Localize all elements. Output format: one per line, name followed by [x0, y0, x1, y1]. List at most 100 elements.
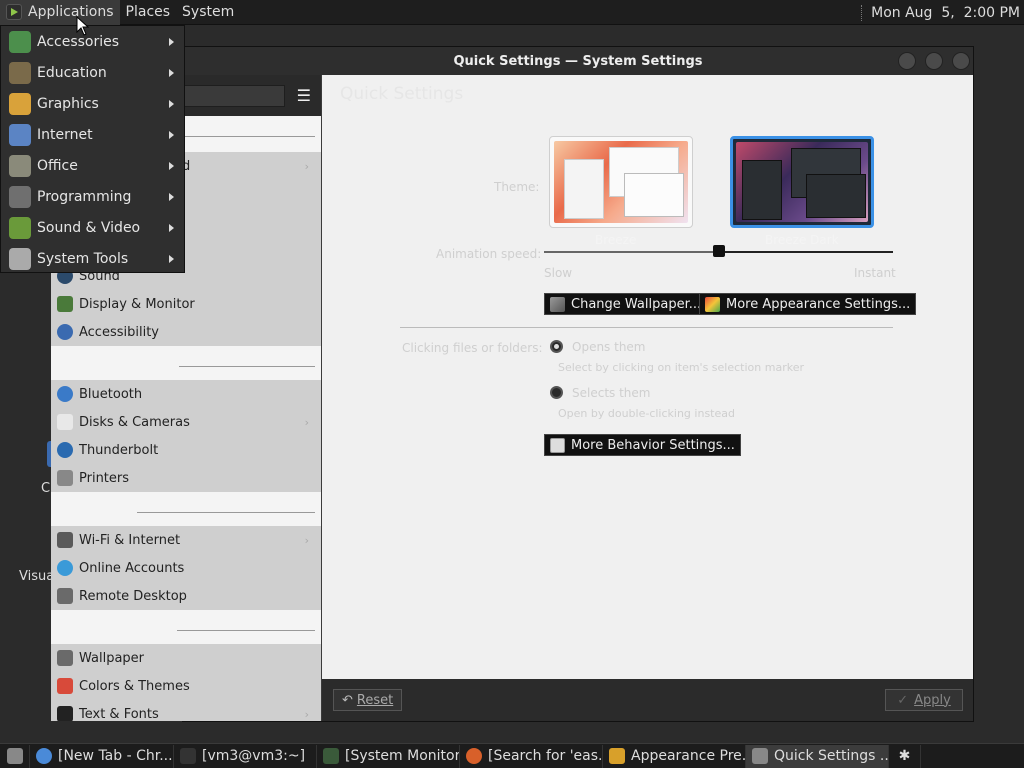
theme-option-breeze-dark[interactable] — [730, 136, 874, 228]
firefox-icon — [466, 748, 482, 764]
submenu-arrow-icon — [169, 254, 174, 263]
sidebar-item-accessibility[interactable]: Accessibility — [51, 318, 321, 346]
sidebar-item-display[interactable]: Display & Monitor — [51, 290, 321, 318]
clock[interactable]: Mon Aug 5, 2:00 PM — [861, 0, 1020, 25]
page-title: Quick Settings — [340, 84, 464, 104]
chevron-right-icon: › — [304, 533, 309, 547]
panel-separator — [861, 4, 863, 21]
sidebar-item-label: Text & Fonts — [79, 706, 159, 722]
display-icon — [57, 296, 73, 312]
sidebar-item-online-accounts[interactable]: Online Accounts — [51, 554, 321, 582]
theme-option-breeze[interactable] — [549, 136, 693, 228]
colors-icon — [705, 296, 720, 312]
radio-opens-them-label[interactable]: Opens them — [572, 340, 646, 354]
minimize-button[interactable] — [898, 52, 916, 70]
submenu-arrow-icon — [169, 161, 174, 170]
menu-item-label: Graphics — [37, 95, 99, 112]
sidebar-item-printers[interactable]: Printers — [51, 464, 321, 492]
taskbar-item[interactable]: [vm3@vm3:~] — [174, 744, 317, 768]
more-behavior-settings-button[interactable]: More Behavior Settings... — [544, 434, 741, 456]
sidebar-item-wallpaper[interactable]: Wallpaper — [51, 644, 321, 672]
menu-item-label: Sound & Video — [37, 219, 141, 236]
menu-item-graphics[interactable]: Graphics — [1, 88, 184, 119]
close-button[interactable] — [952, 52, 970, 70]
internet-icon — [9, 123, 31, 146]
section-divider — [400, 327, 893, 328]
sidebar-section-header — [51, 610, 321, 644]
window-titlebar[interactable]: Quick Settings — System Settings — [183, 47, 973, 75]
sidebar-item-label: Thunderbolt — [79, 442, 159, 458]
sidebar-group-1: Sound Display & Monitor Accessibility — [51, 262, 321, 346]
taskbar-item-label: [Search for 'eas... — [488, 748, 603, 764]
menu-item-system-tools[interactable]: System Tools — [1, 243, 184, 274]
taskbar-item[interactable]: Quick Settings ... — [746, 744, 889, 768]
sidebar-item-label: Display & Monitor — [79, 296, 195, 312]
menu-item-sound-video[interactable]: Sound & Video — [1, 212, 184, 243]
radio-selects-them-label[interactable]: Selects them — [572, 386, 650, 400]
applications-menu[interactable]: Applications — [0, 0, 120, 25]
submenu-arrow-icon — [169, 130, 174, 139]
menu-item-internet[interactable]: Internet — [1, 119, 184, 150]
sidebar-item-text-fonts[interactable]: Text & Fonts › — [51, 700, 321, 721]
change-wallpaper-label: Change Wallpaper... — [571, 296, 702, 312]
menu-item-accessories[interactable]: Accessories — [1, 26, 184, 57]
radio-selects-them[interactable] — [550, 386, 563, 399]
taskbar-item[interactable]: [Search for 'eas... — [460, 744, 603, 768]
office-icon — [9, 154, 31, 177]
sidebar-item-disks[interactable]: Disks & Cameras › — [51, 408, 321, 436]
window-title: Quick Settings — System Settings — [453, 53, 703, 69]
sidebar-item-remote-desktop[interactable]: Remote Desktop — [51, 582, 321, 610]
sidebar-section-header — [51, 492, 321, 526]
checkmark-icon: ✓ — [897, 692, 909, 708]
appearance-icon — [609, 748, 625, 764]
show-desktop-button[interactable] — [0, 744, 30, 768]
hamburger-menu-icon[interactable]: ☰ — [297, 86, 311, 105]
clock-label: Mon Aug 5, 2:00 PM — [871, 4, 1020, 21]
programming-icon — [9, 185, 31, 208]
submenu-arrow-icon — [169, 192, 174, 201]
menu-item-label: Internet — [37, 126, 93, 143]
taskbar: [New Tab - Chr... [vm3@vm3:~] [System Moni… — [0, 743, 1024, 768]
sidebar-group-3: Wi-Fi & Internet › Online Accounts Remote D… — [51, 526, 321, 610]
education-icon — [9, 61, 31, 84]
slider-max-label: Instant — [854, 266, 896, 280]
more-behavior-settings-label: More Behavior Settings... — [571, 437, 735, 453]
sidebar-item-colors-themes[interactable]: Colors & Themes — [51, 672, 321, 700]
sidebar-item-bluetooth[interactable]: Bluetooth — [51, 380, 321, 408]
submenu-arrow-icon — [169, 68, 174, 77]
sidebar-group-4: Wallpaper Colors & Themes Text & Fonts › — [51, 644, 321, 721]
apply-button[interactable]: ✓ Apply — [885, 689, 963, 711]
taskbar-item[interactable]: [System Monitor] — [317, 744, 460, 768]
system-menu[interactable]: System — [176, 0, 240, 25]
taskbar-item-label: [System Monitor] — [345, 748, 460, 764]
sidebar-group-2: Bluetooth Disks & Cameras › Thunderbolt Prin… — [51, 380, 321, 492]
menu-item-office[interactable]: Office — [1, 150, 184, 181]
tray-settings-button[interactable]: ✱ — [889, 744, 921, 768]
radio-opens-them[interactable] — [550, 340, 563, 353]
reset-button[interactable]: ↶ Reset — [333, 689, 403, 711]
applications-menu-label: Applications — [28, 4, 114, 20]
system-monitor-icon — [323, 748, 339, 764]
sidebar-item-thunderbolt[interactable]: Thunderbolt — [51, 436, 321, 464]
taskbar-item[interactable]: Appearance Pre... — [603, 744, 746, 768]
animation-speed-slider[interactable] — [544, 245, 893, 257]
window-footer: ↶ Reset ✓ Apply — [322, 679, 973, 721]
reset-label: Reset — [356, 692, 394, 708]
sidebar-item-label: Remote Desktop — [79, 588, 187, 604]
chevron-right-icon: › — [304, 707, 309, 721]
sidebar-item-wifi[interactable]: Wi-Fi & Internet › — [51, 526, 321, 554]
desktop-icon-label-c[interactable]: C — [41, 481, 50, 496]
places-menu[interactable]: Places — [120, 0, 177, 25]
taskbar-item[interactable]: [New Tab - Chr... — [30, 744, 174, 768]
undo-icon: ↶ — [342, 692, 353, 708]
apply-label: Apply — [914, 692, 951, 708]
more-appearance-settings-button[interactable]: More Appearance Settings... — [699, 293, 917, 315]
maximize-button[interactable] — [925, 52, 943, 70]
menu-item-education[interactable]: Education — [1, 57, 184, 88]
change-wallpaper-button[interactable]: Change Wallpaper... — [544, 293, 708, 315]
slider-handle[interactable] — [712, 245, 725, 257]
desktop-icon-label-visua[interactable]: Visua — [19, 569, 54, 584]
chevron-right-icon: › — [304, 415, 309, 429]
show-desktop-icon — [6, 748, 23, 764]
menu-item-programming[interactable]: Programming — [1, 181, 184, 212]
